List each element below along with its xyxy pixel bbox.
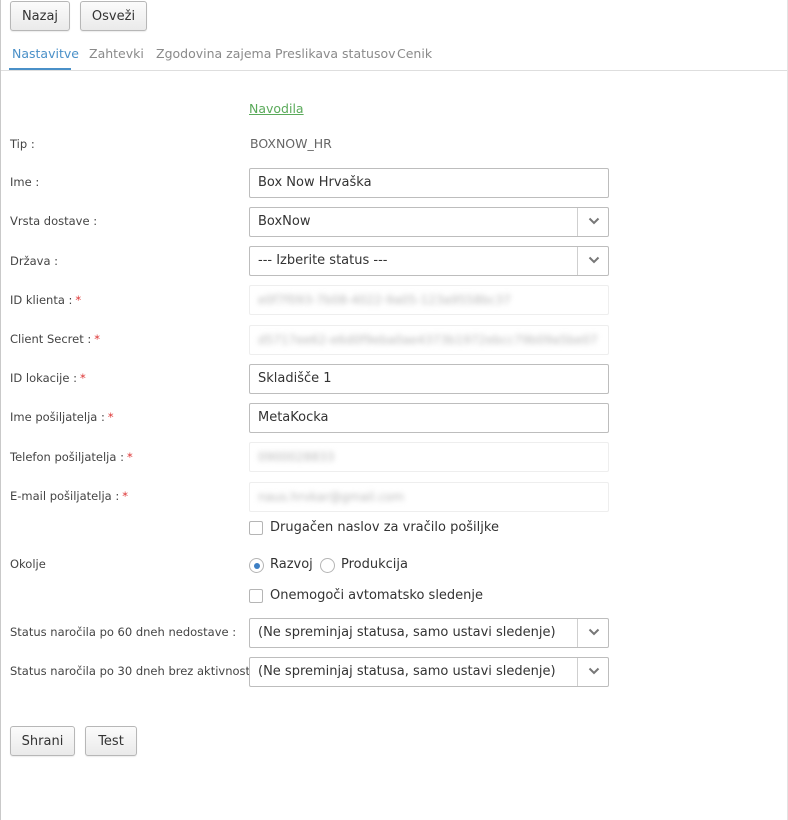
country-select[interactable]: --- Izberite status --- [249, 246, 609, 276]
client-id-input[interactable]: e0f7f093-7b08-4022-9a05-123a9558bc37 [249, 285, 609, 315]
status-30-value: (Ne spreminjaj statusa, samo ustavi sled… [258, 664, 556, 679]
chevron-down-icon [588, 628, 600, 636]
sender-phone-label: Telefon pošiljatelja : * [10, 450, 133, 464]
country-dropdown-toggle[interactable] [577, 247, 608, 275]
country-value: --- Izberite status --- [258, 253, 388, 268]
client-secret-label-text: Client Secret : [10, 332, 92, 346]
instructions-link[interactable]: Navodila [249, 101, 304, 116]
tab-zgodovina-zajema[interactable]: Zgodovina zajema [156, 46, 271, 61]
refresh-button[interactable]: Osveži [80, 1, 147, 31]
tab-zahtevki[interactable]: Zahtevki [89, 46, 144, 61]
name-input[interactable]: Box Now Hrvaška [249, 168, 609, 198]
status-60-value: (Ne spreminjaj statusa, samo ustavi sled… [258, 625, 556, 640]
disable-tracking-checkbox[interactable] [249, 589, 263, 603]
type-value: BOXNOW_HR [250, 136, 332, 151]
chevron-down-icon [588, 667, 600, 675]
type-label: Tip : [10, 137, 35, 151]
sender-phone-input[interactable]: 0900028833 [249, 442, 609, 472]
sender-email-value: naus.hrvkar@gmail.com [258, 490, 405, 504]
environment-produkcija-label[interactable]: Produkcija [341, 557, 408, 572]
environment-label: Okolje [10, 557, 46, 571]
window-left-border [0, 0, 1, 820]
required-marker: * [79, 371, 86, 385]
client-secret-label: Client Secret : * [10, 332, 100, 346]
sender-name-input[interactable]: MetaKocka [249, 403, 609, 433]
required-marker: * [122, 489, 128, 503]
required-marker: * [126, 450, 133, 464]
required-marker: * [94, 332, 100, 346]
status-30-select[interactable]: (Ne spreminjaj statusa, samo ustavi sled… [249, 657, 609, 687]
name-label: Ime : [10, 175, 40, 189]
required-marker: * [75, 293, 82, 307]
active-tab-indicator [9, 68, 71, 70]
location-id-label-text: ID lokacije : [10, 371, 77, 385]
disable-tracking-label[interactable]: Onemogoči avtomatsko sledenje [270, 588, 483, 603]
sender-name-label-text: Ime pošiljatelja : [10, 410, 105, 424]
chevron-down-icon [588, 217, 600, 225]
client-id-label-text: ID klienta : [10, 293, 73, 307]
sender-email-label-text: E-mail pošiljatelja : [10, 489, 120, 503]
client-secret-input[interactable]: d5717ee62-e6d0f9eba0ae4373b1972ebcc79b09… [249, 325, 609, 355]
status-60-label: Status naročila po 60 dneh nedostave : [10, 625, 237, 639]
environment-razvoj-radio[interactable] [249, 558, 264, 573]
sender-phone-value: 0900028833 [258, 450, 335, 464]
tab-preslikava-statusov[interactable]: Preslikava statusov [275, 46, 396, 61]
tab-cenik[interactable]: Cenik [397, 46, 432, 61]
tab-nastavitve[interactable]: Nastavitve [12, 46, 79, 61]
test-button[interactable]: Test [85, 726, 137, 756]
different-return-address-label[interactable]: Drugačen naslov za vračilo pošiljke [270, 520, 499, 535]
different-return-address-checkbox[interactable] [249, 521, 263, 535]
delivery-type-value: BoxNow [258, 214, 311, 229]
sender-phone-label-text: Telefon pošiljatelja : [10, 450, 124, 464]
status-60-dropdown-toggle[interactable] [577, 619, 608, 647]
status-60-select[interactable]: (Ne spreminjaj statusa, samo ustavi sled… [249, 618, 609, 648]
required-marker: * [107, 410, 114, 424]
status-30-dropdown-toggle[interactable] [577, 658, 608, 686]
location-id-label: ID lokacije : * [10, 371, 86, 385]
save-button[interactable]: Shrani [10, 726, 75, 756]
delivery-type-select[interactable]: BoxNow [249, 207, 609, 237]
tabs-divider [1, 70, 787, 71]
sender-name-label: Ime pošiljatelja : * [10, 410, 114, 424]
client-id-value: e0f7f093-7b08-4022-9a05-123a9558bc37 [258, 293, 511, 307]
chevron-down-icon [588, 256, 600, 264]
back-button[interactable]: Nazaj [10, 1, 70, 31]
sender-email-label: E-mail pošiljatelja : * [10, 489, 128, 503]
environment-produkcija-radio[interactable] [320, 558, 335, 573]
client-secret-value: d5717ee62-e6d0f9eba0ae4373b1972ebcc79b09… [258, 333, 598, 347]
sender-email-input[interactable]: naus.hrvkar@gmail.com [249, 482, 609, 512]
status-30-label: Status naročila po 30 dneh brez aktivnos… [10, 664, 261, 678]
delivery-type-label: Vrsta dostave : [10, 214, 98, 228]
country-label: Država : [10, 254, 59, 268]
client-id-label: ID klienta : * [10, 293, 81, 307]
location-id-input[interactable]: Skladišče 1 [249, 364, 609, 394]
delivery-type-dropdown-toggle[interactable] [577, 208, 608, 236]
environment-razvoj-label[interactable]: Razvoj [270, 557, 313, 572]
